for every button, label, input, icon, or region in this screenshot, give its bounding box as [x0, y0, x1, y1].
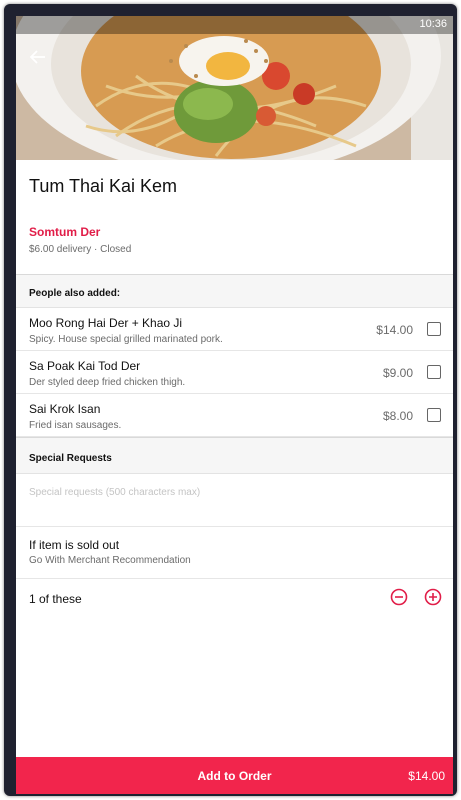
addon-price: $8.00 — [382, 409, 413, 423]
status-bar: 10:36 — [16, 16, 453, 34]
quantity-stepper: 1 of these — [16, 579, 453, 617]
addon-checkbox[interactable] — [427, 408, 441, 422]
addon-price: $9.00 — [382, 366, 413, 380]
addons-header: People also added: — [16, 274, 453, 308]
addon-row[interactable]: Moo Rong Hai Der + Khao Ji Spicy. House … — [16, 308, 453, 351]
addon-name: Sa Poak Kai Tod Der — [29, 359, 141, 373]
papaya-salad-photo — [16, 16, 453, 160]
merchant-name[interactable]: Somtum Der — [29, 225, 100, 239]
addon-checkbox[interactable] — [427, 322, 441, 336]
item-title: Tum Thai Kai Kem — [29, 176, 178, 196]
decrease-quantity-icon[interactable] — [390, 588, 408, 611]
back-arrow-icon[interactable] — [29, 50, 46, 69]
status-time: 10:36 — [419, 18, 447, 30]
add-to-order-label: Add to Order — [197, 769, 272, 783]
special-requests-placeholder: Special requests (500 characters max) — [29, 487, 201, 498]
add-to-order-button[interactable]: Add to Order $14.00 — [16, 757, 453, 794]
addon-row[interactable]: Sa Poak Kai Tod Der Der styled deep frie… — [16, 351, 453, 394]
addon-price: $14.00 — [376, 323, 413, 337]
special-requests-input[interactable]: Special requests (500 characters max) — [16, 474, 453, 527]
screen: 10:36 Tum Thai Kai Kem Somtum Der $6.00 … — [16, 16, 453, 794]
addon-row[interactable]: Sai Krok Isan Fried isan sausages. $8.00 — [16, 394, 453, 437]
sold-out-option[interactable]: If item is sold out Go With Merchant Rec… — [16, 527, 453, 579]
quantity-label: 1 of these — [29, 592, 82, 606]
addon-name: Sai Krok Isan — [29, 402, 101, 416]
sold-out-value: Go With Merchant Recommendation — [29, 555, 191, 566]
order-total: $14.00 — [408, 769, 445, 783]
addon-checkbox[interactable] — [427, 365, 441, 379]
device-frame: 10:36 Tum Thai Kai Kem Somtum Der $6.00 … — [4, 4, 457, 796]
addon-description: Fried isan sausages. — [29, 420, 122, 431]
special-requests-header: Special Requests — [16, 437, 453, 474]
item-photo — [16, 16, 453, 160]
increase-quantity-icon[interactable] — [424, 588, 442, 611]
addon-description: Spicy. House special grilled marinated p… — [29, 334, 223, 345]
special-requests-label: Special Requests — [29, 453, 112, 464]
delivery-info: $6.00 delivery · Closed — [29, 244, 132, 255]
addon-name: Moo Rong Hai Der + Khao Ji — [29, 316, 183, 330]
addons-header-label: People also added: — [29, 288, 121, 299]
sold-out-label: If item is sold out — [29, 538, 120, 552]
addon-description: Der styled deep fried chicken thigh. — [29, 377, 186, 388]
